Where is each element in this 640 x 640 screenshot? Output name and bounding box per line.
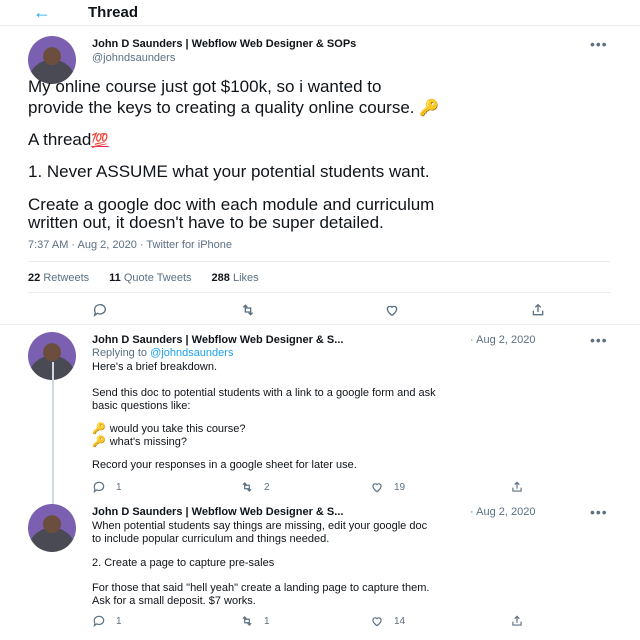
heart-icon xyxy=(370,480,384,494)
key-icon: 🔑 xyxy=(419,100,440,117)
reply-bullet-text: would you take this course? xyxy=(109,423,246,435)
retweets-label: Retweets xyxy=(43,272,90,284)
reply-button[interactable]: 1 xyxy=(92,614,122,628)
tweet-text-line: My online course just got $100k, so i wa… xyxy=(28,77,382,96)
reply-text-line: Send this doc to potential students with… xyxy=(92,387,436,399)
page-title: Thread xyxy=(88,4,139,21)
retweet-button[interactable] xyxy=(240,302,256,318)
tweet-stats: 22 Retweets 11 Quote Tweets 288 Likes xyxy=(28,272,259,284)
reply-button[interactable] xyxy=(92,302,108,318)
retweets-stat[interactable]: 22 Retweets xyxy=(28,272,89,284)
reply-bullet: 🔑 what's missing? xyxy=(92,436,187,449)
likes-count: 288 xyxy=(211,272,230,284)
reply-button[interactable]: 1 xyxy=(92,480,122,494)
heart-icon xyxy=(384,302,400,318)
replying-to-handle[interactable]: @johndsaunders xyxy=(150,347,233,359)
share-icon xyxy=(530,302,546,318)
reply-bullet: 🔑 would you take this course? xyxy=(92,423,245,436)
tweet-text-line: 1. Never ASSUME what your potential stud… xyxy=(28,162,430,181)
more-options-icon[interactable]: ••• xyxy=(590,504,608,520)
tweet-text-line: provide the keys to creating a quality o… xyxy=(28,97,439,119)
quotes-label: Quote Tweets xyxy=(123,272,192,284)
thread-connector-line xyxy=(52,362,54,510)
key-icon: 🔑 xyxy=(92,436,106,448)
replying-to: Replying to @johndsaunders xyxy=(92,347,233,360)
likes-label: Likes xyxy=(232,272,259,284)
retweet-button[interactable]: 1 xyxy=(240,614,270,628)
reply-text-line: Record your responses in a google sheet … xyxy=(92,459,357,471)
retweet-button[interactable]: 2 xyxy=(240,480,270,494)
like-button[interactable]: 19 xyxy=(370,480,405,494)
author-name[interactable]: John D Saunders | Webflow Web Designer &… xyxy=(92,38,356,50)
divider xyxy=(0,324,640,325)
retweet-icon xyxy=(240,302,256,318)
reply-icon xyxy=(92,614,106,628)
author-name[interactable]: John D Saunders | Webflow Web Designer &… xyxy=(92,506,343,518)
reply-date[interactable]: · Aug 2, 2020 xyxy=(470,506,535,518)
divider xyxy=(28,261,610,262)
retweet-icon xyxy=(240,614,254,628)
author-name[interactable]: John D Saunders | Webflow Web Designer &… xyxy=(92,334,343,346)
like-button[interactable]: 14 xyxy=(370,614,405,628)
back-arrow-icon[interactable]: ← xyxy=(33,2,51,22)
tweet-timestamp[interactable]: 7:37 AM · Aug 2, 2020 · Twitter for iPho… xyxy=(28,239,232,251)
quote-tweets-stat[interactable]: 11 Quote Tweets xyxy=(109,272,191,284)
share-button[interactable] xyxy=(530,302,546,318)
retweet-count: 1 xyxy=(264,615,270,627)
share-button[interactable] xyxy=(510,614,524,628)
share-button[interactable] xyxy=(510,480,524,494)
reply-text-line: to include popular curriculum and things… xyxy=(92,533,330,545)
reply-text-line: 2. Create a page to capture pre-sales xyxy=(92,557,275,569)
retweets-count: 22 xyxy=(28,272,41,284)
tweet-text-line: A thread💯 xyxy=(28,129,109,151)
thread-header: ← Thread xyxy=(0,0,640,26)
hundred-points-icon: 💯 xyxy=(91,132,109,148)
like-count: 14 xyxy=(394,615,406,627)
more-options-icon[interactable]: ••• xyxy=(590,36,608,52)
more-options-icon[interactable]: ••• xyxy=(590,332,608,348)
replying-to-label: Replying to xyxy=(92,347,148,359)
like-button[interactable] xyxy=(384,302,400,318)
likes-stat[interactable]: 288 Likes xyxy=(212,272,259,284)
retweet-icon xyxy=(240,480,254,494)
reply-text-line: Ask for a small deposit. $7 works. xyxy=(92,595,256,607)
reply-text-line: When potential students say things are m… xyxy=(92,520,428,532)
reply-bullet-text: what's missing? xyxy=(109,436,187,448)
share-icon xyxy=(510,480,524,494)
avatar[interactable] xyxy=(28,504,76,552)
heart-icon xyxy=(370,614,384,628)
reply-count: 1 xyxy=(116,615,122,627)
reply-text-line: Here's a brief breakdown. xyxy=(92,361,217,373)
reply-icon xyxy=(92,480,106,494)
reply-icon xyxy=(92,302,108,318)
reply-text-line: For those that said "hell yeah" create a… xyxy=(92,582,430,594)
quotes-count: 11 xyxy=(109,272,121,284)
tweet-text-line: written out, it doesn't have to be super… xyxy=(28,213,384,232)
reply-date[interactable]: · Aug 2, 2020 xyxy=(470,334,535,346)
retweet-count: 2 xyxy=(264,481,270,493)
key-icon: 🔑 xyxy=(92,423,106,435)
tweet-text-segment: provide the keys to creating a quality o… xyxy=(28,98,415,117)
reply-count: 1 xyxy=(116,481,122,493)
author-handle[interactable]: @johndsaunders xyxy=(92,52,175,64)
like-count: 19 xyxy=(394,481,406,493)
tweet-text-segment: A thread xyxy=(28,130,92,149)
share-icon xyxy=(510,614,524,628)
reply-text-line: basic questions like: xyxy=(92,400,191,412)
divider xyxy=(28,292,610,293)
